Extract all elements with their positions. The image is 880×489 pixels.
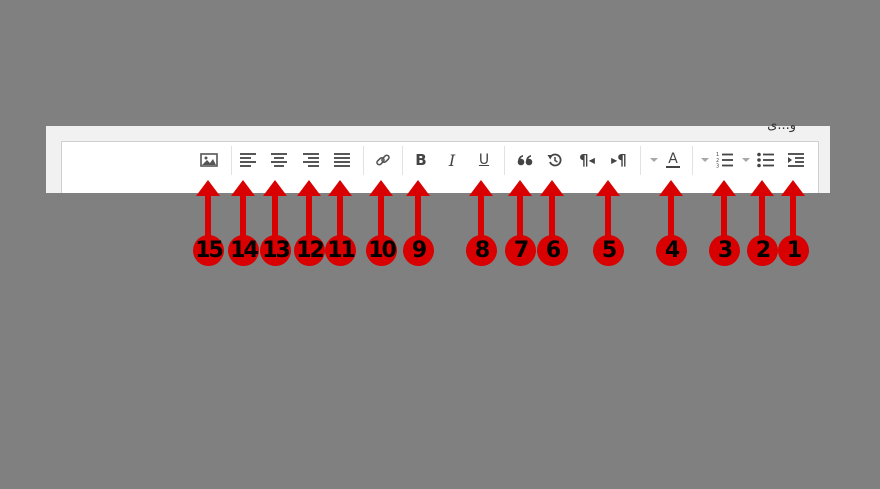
bullet-list-icon <box>757 152 774 168</box>
annotation-arrow <box>328 180 352 240</box>
annotation-arrow <box>406 180 430 240</box>
annotation-badge: 3 <box>709 235 740 266</box>
text-color-icon: A <box>666 151 680 168</box>
annotation-badge: 11 <box>325 235 356 266</box>
annotation-arrow <box>659 180 683 240</box>
bullet-list-button[interactable] <box>754 148 778 172</box>
text-color-dropdown-caret[interactable] <box>650 158 658 162</box>
ltr-button[interactable]: ▶¶ <box>607 148 631 172</box>
align-justify-icon <box>334 153 350 167</box>
align-justify-button[interactable] <box>330 148 354 172</box>
annotation-badge: 15 <box>193 235 224 266</box>
align-center-icon <box>271 153 287 167</box>
annotation-badge: 1 <box>778 235 809 266</box>
annotation-arrow <box>596 180 620 240</box>
annotation-badge: 7 <box>505 235 536 266</box>
frame-corner-text: و...ى <box>767 118 796 133</box>
link-icon <box>376 154 390 166</box>
toolbar-separator <box>640 146 641 175</box>
editor-content-area[interactable] <box>61 179 819 193</box>
align-left-button[interactable] <box>236 148 260 172</box>
annotation-badge: 10 <box>366 235 397 266</box>
bullet-list-dropdown-caret[interactable] <box>742 158 750 162</box>
ordered-list-button[interactable]: 123 <box>713 148 737 172</box>
italic-icon: I <box>448 150 456 170</box>
annotation-arrow <box>231 180 255 240</box>
annotation-badge: 14 <box>228 235 259 266</box>
blockquote-button[interactable] <box>513 148 537 172</box>
insert-image-button[interactable] <box>197 148 221 172</box>
svg-text:3: 3 <box>716 164 719 169</box>
align-left-icon <box>240 153 256 167</box>
bold-button[interactable]: B <box>409 148 433 172</box>
align-center-button[interactable] <box>267 148 291 172</box>
numbered-list-icon: 123 <box>716 152 733 169</box>
annotation-arrow <box>469 180 493 240</box>
quote-icon <box>517 155 533 166</box>
align-right-icon <box>303 153 319 167</box>
italic-button[interactable]: I <box>440 148 464 172</box>
text-color-button[interactable]: A <box>661 148 685 172</box>
annotation-badge: 13 <box>260 235 291 266</box>
annotation-badge: 8 <box>466 235 497 266</box>
annotation-badge: 12 <box>294 235 325 266</box>
undo-button[interactable] <box>543 148 567 172</box>
annotation-arrow <box>781 180 805 240</box>
annotation-arrow <box>369 180 393 240</box>
rtl-button[interactable]: ¶◀ <box>575 148 599 172</box>
toolbar-separator <box>504 146 505 175</box>
annotation-arrow <box>750 180 774 240</box>
annotation-arrow <box>196 180 220 240</box>
annotation-badge: 2 <box>747 235 778 266</box>
align-right-button[interactable] <box>299 148 323 172</box>
toolbar-separator <box>402 146 403 175</box>
paragraph-rtl-icon: ¶◀ <box>579 151 595 169</box>
indent-button[interactable] <box>784 148 808 172</box>
undo-icon <box>547 153 562 167</box>
editor-toolbar: B I U ¶◀ ▶¶ A 1 2 3 <box>61 141 819 180</box>
annotation-badge: 5 <box>593 235 624 266</box>
image-icon <box>200 153 218 167</box>
annotation-badge: 9 <box>403 235 434 266</box>
annotation-arrow <box>540 180 564 240</box>
paragraph-ltr-icon: ▶¶ <box>611 151 627 169</box>
underline-button[interactable]: U <box>472 148 496 172</box>
toolbar-separator <box>363 146 364 175</box>
annotation-badge: 6 <box>537 235 568 266</box>
link-button[interactable] <box>371 148 395 172</box>
toolbar-separator <box>692 146 693 175</box>
annotation-arrow <box>297 180 321 240</box>
annotation-arrow <box>263 180 287 240</box>
annotation-arrow <box>508 180 532 240</box>
ordered-list-dropdown-caret[interactable] <box>701 158 709 162</box>
bold-icon: B <box>415 151 427 169</box>
underline-icon: U <box>478 152 490 168</box>
annotation-arrow <box>712 180 736 240</box>
indent-icon <box>788 153 804 167</box>
annotation-badge: 4 <box>656 235 687 266</box>
toolbar-separator <box>231 146 232 175</box>
